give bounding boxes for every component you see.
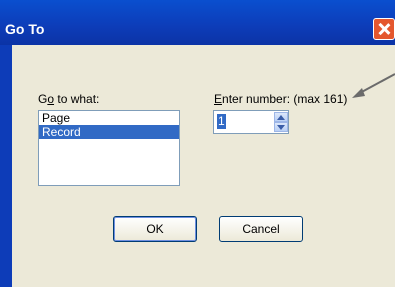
enter-number-label-part: nter number: (max 161) xyxy=(222,92,348,106)
annotation-arrow-icon xyxy=(352,73,395,98)
spin-up-button[interactable] xyxy=(274,112,288,122)
goto-what-listbox[interactable]: Page Record xyxy=(38,110,180,186)
title-bar[interactable]: Go To xyxy=(0,0,395,45)
chevron-down-icon xyxy=(277,125,285,130)
enter-number-label: Enter number: (max 161) xyxy=(214,92,347,106)
cancel-button[interactable]: Cancel xyxy=(219,216,303,242)
window-left-border xyxy=(0,45,12,287)
ok-button[interactable]: OK xyxy=(113,216,197,242)
goto-what-label-part: to what: xyxy=(54,92,100,106)
list-item-page[interactable]: Page xyxy=(39,111,179,125)
goto-what-label-part: G xyxy=(38,92,48,106)
goto-what-label: Go to what: xyxy=(38,92,99,106)
window-title: Go To xyxy=(5,21,45,37)
chevron-up-icon xyxy=(277,115,285,120)
spin-down-button[interactable] xyxy=(274,122,288,132)
list-item-record[interactable]: Record xyxy=(39,125,179,139)
enter-number-label-accelerator: E xyxy=(214,92,223,106)
close-icon[interactable] xyxy=(373,18,395,40)
number-input[interactable]: 1 xyxy=(217,114,226,129)
number-spinner[interactable]: 1 xyxy=(213,110,289,134)
